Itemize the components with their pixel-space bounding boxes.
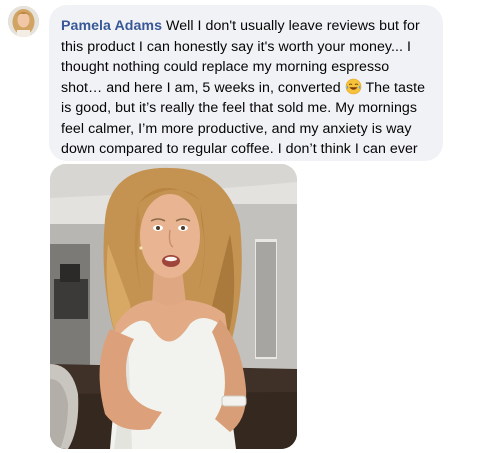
- face-with-tears-of-joy-icon: [345, 78, 362, 95]
- comment-photo[interactable]: [50, 164, 297, 449]
- comment-author-name[interactable]: Pamela Adams: [61, 18, 162, 34]
- commenter-avatar[interactable]: [8, 6, 39, 37]
- comment-bubble: Pamela Adams Well I don't usually leave …: [49, 5, 443, 178]
